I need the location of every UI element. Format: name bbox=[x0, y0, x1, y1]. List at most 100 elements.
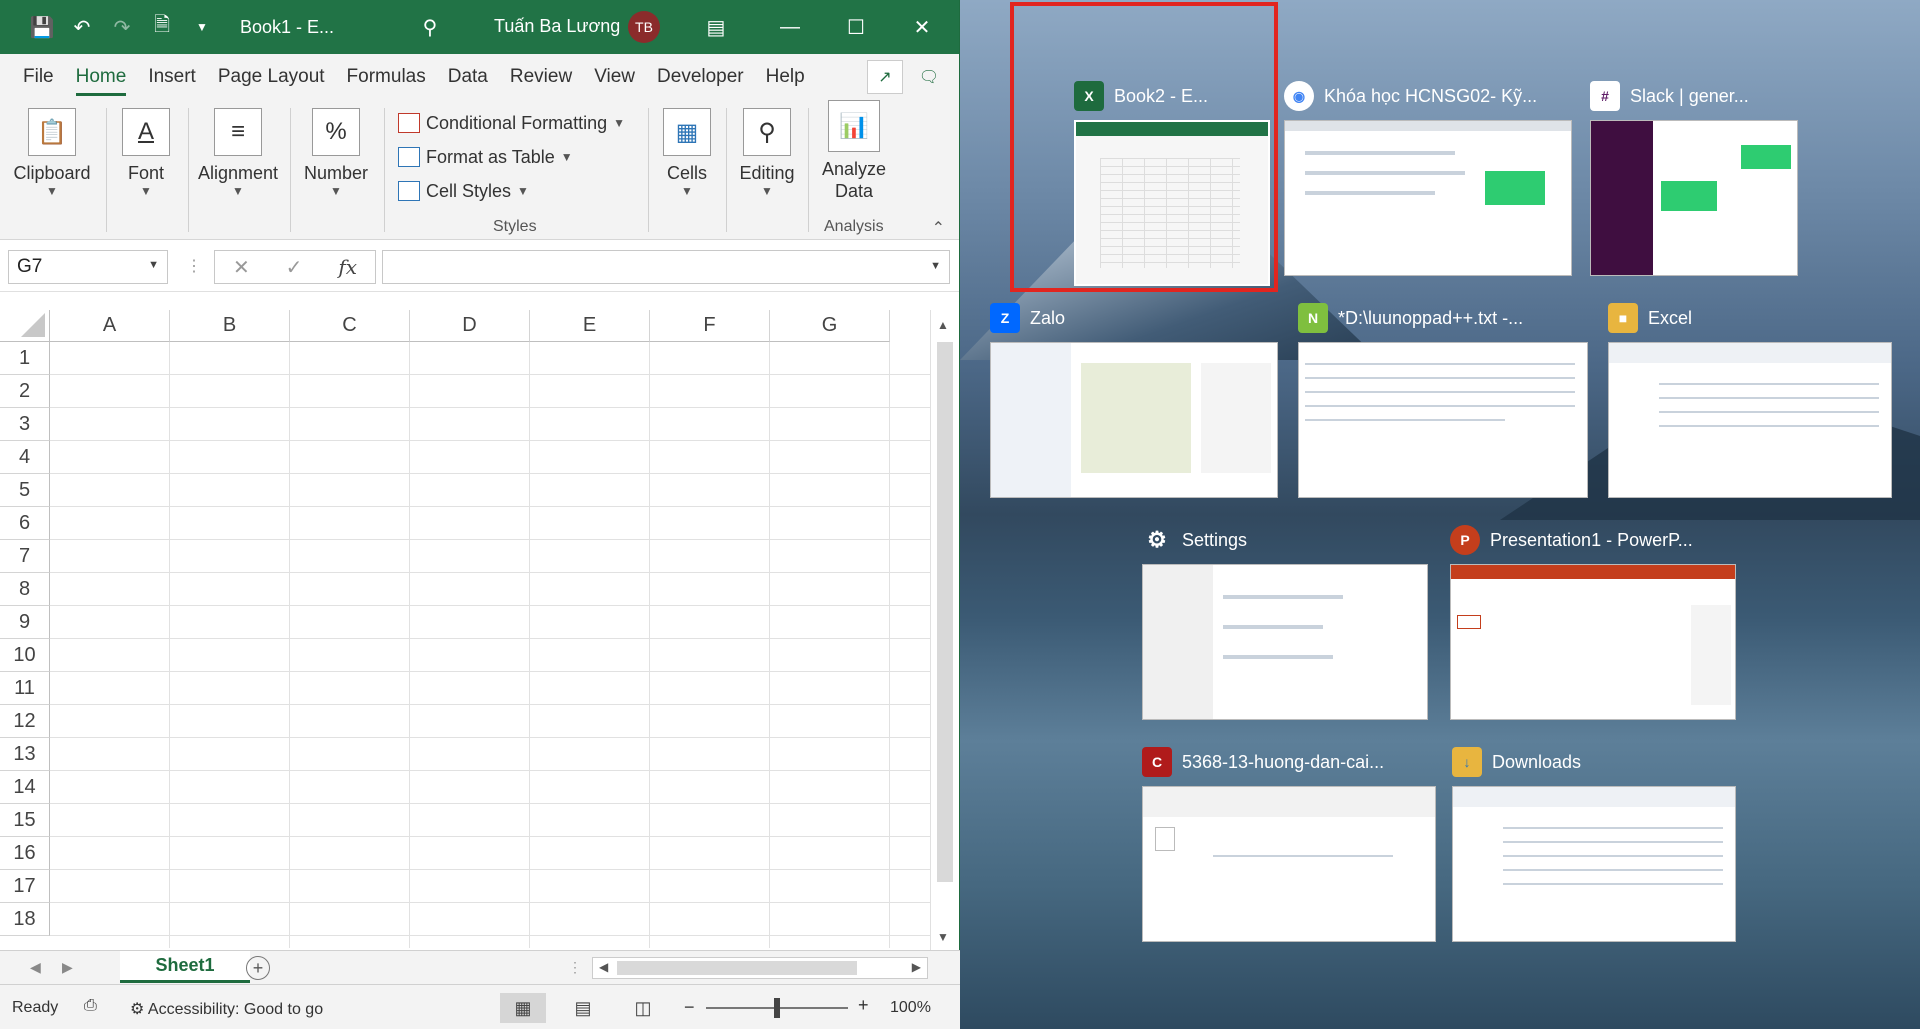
task-view-card-book2[interactable]: X Book2 - E... bbox=[1074, 78, 1270, 288]
maximize-button[interactable]: ☐ bbox=[826, 0, 886, 54]
row-header[interactable]: 9 bbox=[0, 606, 50, 639]
tab-file[interactable]: File bbox=[12, 66, 65, 98]
formula-bar-grip-icon[interactable]: ⋮ bbox=[186, 256, 202, 276]
prev-sheet-icon[interactable]: ◀ bbox=[30, 959, 41, 976]
formula-input[interactable]: ▼ bbox=[382, 250, 950, 284]
clipboard-button[interactable]: 📋 Clipboard ▼ bbox=[12, 98, 92, 240]
undo-icon[interactable]: ↶ bbox=[62, 0, 102, 54]
scroll-left-icon[interactable]: ◀ bbox=[599, 960, 608, 974]
column-header-f[interactable]: F bbox=[650, 310, 770, 342]
ribbon-display-icon[interactable]: ▤ bbox=[686, 0, 746, 54]
zoom-slider-thumb[interactable] bbox=[774, 998, 780, 1018]
row-header[interactable]: 16 bbox=[0, 837, 50, 870]
minimize-button[interactable]: — bbox=[760, 0, 820, 54]
task-view-card-notepadpp[interactable]: N *D:\luunoppad++.txt -... bbox=[1298, 300, 1588, 500]
column-header-d[interactable]: D bbox=[410, 310, 530, 342]
font-button[interactable]: A Font ▼ bbox=[112, 98, 180, 240]
collapse-ribbon-icon[interactable]: ⌃ bbox=[932, 218, 945, 238]
alignment-button[interactable]: ≡ Alignment ▼ bbox=[194, 98, 282, 240]
tab-insert[interactable]: Insert bbox=[137, 66, 207, 98]
scroll-right-icon[interactable]: ▶ bbox=[912, 960, 921, 974]
task-view-card-downloads[interactable]: ↓ Downloads bbox=[1452, 744, 1736, 944]
column-header-a[interactable]: A bbox=[50, 310, 170, 342]
row-header[interactable]: 3 bbox=[0, 408, 50, 441]
scroll-thumb[interactable] bbox=[617, 961, 857, 975]
sheet-tab-sheet1[interactable]: Sheet1 bbox=[120, 951, 250, 983]
insert-function-button[interactable]: fx bbox=[338, 255, 357, 279]
format-as-table-button[interactable]: Format as Table ▼ bbox=[398, 140, 625, 174]
add-sheet-icon[interactable]: + bbox=[246, 956, 270, 980]
zoom-in-icon[interactable]: + bbox=[858, 995, 869, 1016]
select-all-button[interactable] bbox=[0, 310, 50, 342]
row-header[interactable]: 5 bbox=[0, 474, 50, 507]
conditional-formatting-button[interactable]: Conditional Formatting ▼ bbox=[398, 106, 625, 140]
search-icon[interactable]: ⚲ bbox=[410, 0, 450, 54]
cell-styles-button[interactable]: Cell Styles ▼ bbox=[398, 174, 625, 208]
accessibility-status[interactable]: ⚙ Accessibility: Good to go bbox=[130, 999, 323, 1019]
scroll-down-icon[interactable]: ▼ bbox=[937, 930, 949, 944]
row-header[interactable]: 12 bbox=[0, 705, 50, 738]
row-header[interactable]: 7 bbox=[0, 540, 50, 573]
tab-home[interactable]: Home bbox=[65, 66, 138, 98]
tab-view[interactable]: View bbox=[583, 66, 646, 98]
macro-record-icon[interactable]: ⎙ bbox=[84, 997, 97, 1015]
next-sheet-icon[interactable]: ▶ bbox=[62, 959, 73, 976]
task-view-card-powerpoint[interactable]: P Presentation1 - PowerP... bbox=[1450, 522, 1736, 722]
editing-button[interactable]: ⚲ Editing ▼ bbox=[732, 98, 802, 240]
save-icon[interactable]: 💾 bbox=[22, 0, 62, 54]
row-header[interactable]: 8 bbox=[0, 573, 50, 606]
column-header-b[interactable]: B bbox=[170, 310, 290, 342]
cancel-icon[interactable]: ✕ bbox=[233, 255, 250, 280]
print-preview-icon[interactable]: 🗎 bbox=[142, 0, 182, 54]
tab-page-layout[interactable]: Page Layout bbox=[207, 66, 336, 98]
row-header[interactable]: 2 bbox=[0, 375, 50, 408]
row-header[interactable]: 4 bbox=[0, 441, 50, 474]
row-header[interactable]: 10 bbox=[0, 639, 50, 672]
customize-toolbar-icon[interactable]: ▼ bbox=[182, 0, 222, 54]
cells-button[interactable]: ▦ Cells ▼ bbox=[656, 98, 718, 240]
close-button[interactable]: ✕ bbox=[892, 0, 952, 54]
horizontal-scrollbar[interactable]: ◀ ▶ bbox=[592, 957, 928, 979]
user-name[interactable]: Tuấn Ba Lương bbox=[494, 16, 620, 37]
row-header[interactable]: 15 bbox=[0, 804, 50, 837]
task-view-card-settings[interactable]: ⚙ Settings bbox=[1142, 522, 1428, 722]
vertical-scrollbar[interactable]: ▲ ▼ bbox=[930, 310, 958, 950]
cell-area[interactable] bbox=[50, 342, 930, 948]
scroll-up-icon[interactable]: ▲ bbox=[937, 318, 949, 332]
tab-formulas[interactable]: Formulas bbox=[336, 66, 437, 98]
row-header[interactable]: 18 bbox=[0, 903, 50, 936]
redo-icon[interactable]: ↷ bbox=[102, 0, 142, 54]
row-header[interactable]: 1 bbox=[0, 342, 50, 375]
normal-view-icon[interactable]: ▦ bbox=[500, 993, 546, 1023]
tab-help[interactable]: Help bbox=[755, 66, 816, 98]
task-view-card-chrome[interactable]: ◉ Khóa học HCNSG02- Kỹ... bbox=[1284, 78, 1572, 276]
tab-review[interactable]: Review bbox=[499, 66, 583, 98]
number-button[interactable]: % Number ▼ bbox=[296, 98, 376, 240]
task-view-card-reader[interactable]: C 5368-13-huong-dan-cai... bbox=[1142, 744, 1436, 944]
chevron-down-icon[interactable]: ▼ bbox=[930, 260, 941, 272]
name-box[interactable]: G7 ▼ bbox=[8, 250, 168, 284]
zoom-level[interactable]: 100% bbox=[890, 999, 931, 1017]
row-header[interactable]: 17 bbox=[0, 870, 50, 903]
tab-data[interactable]: Data bbox=[437, 66, 499, 98]
column-header-g[interactable]: G bbox=[770, 310, 890, 342]
avatar[interactable]: TB bbox=[628, 11, 660, 43]
column-header-e[interactable]: E bbox=[530, 310, 650, 342]
row-header[interactable]: 13 bbox=[0, 738, 50, 771]
page-layout-view-icon[interactable]: ▤ bbox=[560, 993, 606, 1023]
zoom-out-icon[interactable]: − bbox=[684, 997, 695, 1018]
comments-icon[interactable]: 🗨 bbox=[911, 60, 947, 94]
row-header[interactable]: 14 bbox=[0, 771, 50, 804]
tab-split-grip-icon[interactable]: ⋮ bbox=[568, 959, 582, 976]
scroll-thumb[interactable] bbox=[937, 342, 953, 882]
column-header-c[interactable]: C bbox=[290, 310, 410, 342]
row-header[interactable]: 11 bbox=[0, 672, 50, 705]
task-view-card-excel-folder[interactable]: ■ Excel bbox=[1608, 300, 1892, 500]
enter-icon[interactable]: ✓ bbox=[286, 255, 303, 280]
task-view-card-slack[interactable]: # Slack | gener... bbox=[1590, 78, 1798, 276]
share-icon[interactable]: ↗ bbox=[867, 60, 903, 94]
tab-developer[interactable]: Developer bbox=[646, 66, 755, 98]
task-view-card-zalo[interactable]: Z Zalo bbox=[990, 300, 1278, 500]
page-break-view-icon[interactable]: ◫ bbox=[620, 993, 666, 1023]
row-header[interactable]: 6 bbox=[0, 507, 50, 540]
